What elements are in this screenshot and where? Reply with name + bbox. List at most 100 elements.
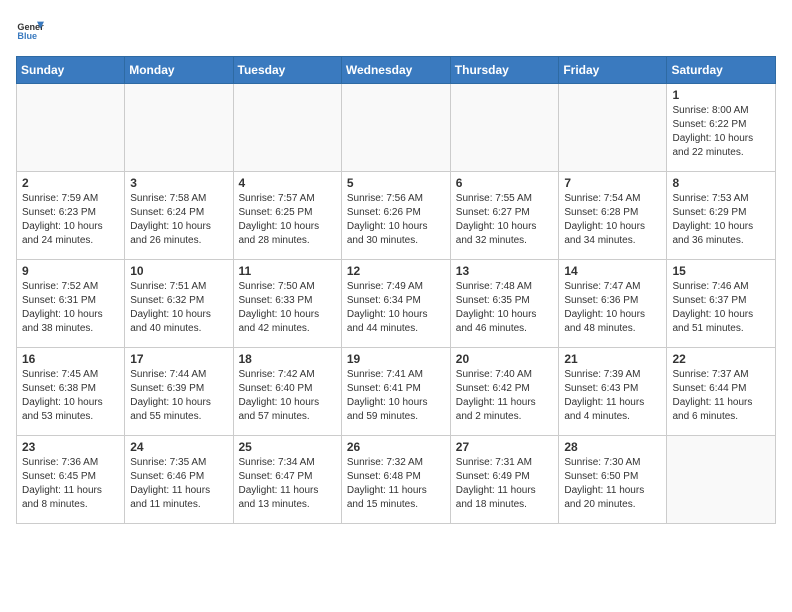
- calendar-cell: 15 Sunrise: 7:46 AM Sunset: 6:37 PM Dayli…: [667, 260, 776, 348]
- calendar-cell: 27 Sunrise: 7:31 AM Sunset: 6:49 PM Dayli…: [450, 436, 559, 524]
- calendar-cell: 1 Sunrise: 8:00 AM Sunset: 6:22 PM Daylig…: [667, 84, 776, 172]
- day-info: Sunrise: 7:32 AM Sunset: 6:48 PM Dayligh…: [347, 456, 445, 512]
- day-info: Sunrise: 7:44 AM Sunset: 6:39 PM Dayligh…: [130, 368, 227, 424]
- week-row-3: 9Sunrise: 7:52 AM Sunset: 6:31 PM Daylig…: [17, 260, 776, 348]
- day-info: Sunrise: 7:30 AM Sunset: 6:50 PM Dayligh…: [564, 456, 661, 512]
- calendar-cell: [667, 436, 776, 524]
- day-info: Sunrise: 7:47 AM Sunset: 6:36 PM Dayligh…: [564, 280, 661, 336]
- day-info: Sunrise: 7:57 AM Sunset: 6:25 PM Dayligh…: [239, 192, 336, 248]
- day-number: 27: [456, 440, 554, 454]
- day-info: Sunrise: 7:31 AM Sunset: 6:49 PM Dayligh…: [456, 456, 554, 512]
- day-info: Sunrise: 7:36 AM Sunset: 6:45 PM Dayligh…: [22, 456, 119, 512]
- calendar-cell: 21 Sunrise: 7:39 AM Sunset: 6:43 PM Dayli…: [559, 348, 667, 436]
- calendar-cell: [233, 84, 341, 172]
- week-row-2: 2 Sunrise: 7:59 AM Sunset: 6:23 PM Daylig…: [17, 172, 776, 260]
- day-info: Sunrise: 7:59 AM Sunset: 6:23 PM Dayligh…: [22, 192, 119, 248]
- day-number: 28: [564, 440, 661, 454]
- calendar-cell: 25Sunrise: 7:34 AM Sunset: 6:47 PM Dayli…: [233, 436, 341, 524]
- calendar-cell: 4 Sunrise: 7:57 AM Sunset: 6:25 PM Daylig…: [233, 172, 341, 260]
- day-info: Sunrise: 7:52 AM Sunset: 6:31 PM Dayligh…: [22, 280, 119, 336]
- calendar-cell: 5Sunrise: 7:56 AM Sunset: 6:26 PM Daylig…: [341, 172, 450, 260]
- day-number: 3: [130, 176, 227, 190]
- day-number: 22: [672, 352, 770, 366]
- day-info: Sunrise: 8:00 AM Sunset: 6:22 PM Dayligh…: [672, 104, 770, 160]
- calendar-cell: 23 Sunrise: 7:36 AM Sunset: 6:45 PM Dayli…: [17, 436, 125, 524]
- day-info: Sunrise: 7:50 AM Sunset: 6:33 PM Dayligh…: [239, 280, 336, 336]
- calendar-cell: 7 Sunrise: 7:54 AM Sunset: 6:28 PM Daylig…: [559, 172, 667, 260]
- calendar-cell: 16 Sunrise: 7:45 AM Sunset: 6:38 PM Dayli…: [17, 348, 125, 436]
- week-row-4: 16 Sunrise: 7:45 AM Sunset: 6:38 PM Dayli…: [17, 348, 776, 436]
- day-info: Sunrise: 7:46 AM Sunset: 6:37 PM Dayligh…: [672, 280, 770, 336]
- day-info: Sunrise: 7:45 AM Sunset: 6:38 PM Dayligh…: [22, 368, 119, 424]
- day-info: Sunrise: 7:42 AM Sunset: 6:40 PM Dayligh…: [239, 368, 336, 424]
- svg-text:Blue: Blue: [17, 31, 37, 41]
- calendar-cell: 2 Sunrise: 7:59 AM Sunset: 6:23 PM Daylig…: [17, 172, 125, 260]
- day-number: 7: [564, 176, 661, 190]
- day-number: 17: [130, 352, 227, 366]
- day-number: 4: [239, 176, 336, 190]
- day-number: 8: [672, 176, 770, 190]
- day-info: Sunrise: 7:35 AM Sunset: 6:46 PM Dayligh…: [130, 456, 227, 512]
- calendar-cell: [125, 84, 233, 172]
- day-number: 11: [239, 264, 336, 278]
- day-info: Sunrise: 7:58 AM Sunset: 6:24 PM Dayligh…: [130, 192, 227, 248]
- page-header: General Blue: [16, 16, 776, 44]
- calendar-cell: [559, 84, 667, 172]
- calendar-cell: 6Sunrise: 7:55 AM Sunset: 6:27 PM Daylig…: [450, 172, 559, 260]
- calendar-cell: 14 Sunrise: 7:47 AM Sunset: 6:36 PM Dayli…: [559, 260, 667, 348]
- day-info: Sunrise: 7:41 AM Sunset: 6:41 PM Dayligh…: [347, 368, 445, 424]
- day-number: 19: [347, 352, 445, 366]
- day-info: Sunrise: 7:49 AM Sunset: 6:34 PM Dayligh…: [347, 280, 445, 336]
- day-number: 26: [347, 440, 445, 454]
- calendar-cell: 13 Sunrise: 7:48 AM Sunset: 6:35 PM Dayli…: [450, 260, 559, 348]
- day-number: 15: [672, 264, 770, 278]
- calendar-cell: 24 Sunrise: 7:35 AM Sunset: 6:46 PM Dayli…: [125, 436, 233, 524]
- day-info: Sunrise: 7:40 AM Sunset: 6:42 PM Dayligh…: [456, 368, 554, 424]
- day-number: 16: [22, 352, 119, 366]
- col-header-sunday: Sunday: [17, 57, 125, 84]
- week-row-1: 1 Sunrise: 8:00 AM Sunset: 6:22 PM Daylig…: [17, 84, 776, 172]
- logo-icon: General Blue: [16, 16, 44, 44]
- calendar-cell: 8 Sunrise: 7:53 AM Sunset: 6:29 PM Daylig…: [667, 172, 776, 260]
- calendar-cell: 19 Sunrise: 7:41 AM Sunset: 6:41 PM Dayli…: [341, 348, 450, 436]
- calendar-table: SundayMondayTuesdayWednesdayThursdayFrid…: [16, 56, 776, 524]
- col-header-thursday: Thursday: [450, 57, 559, 84]
- day-number: 23: [22, 440, 119, 454]
- col-header-tuesday: Tuesday: [233, 57, 341, 84]
- day-number: 21: [564, 352, 661, 366]
- col-header-wednesday: Wednesday: [341, 57, 450, 84]
- day-info: Sunrise: 7:37 AM Sunset: 6:44 PM Dayligh…: [672, 368, 770, 424]
- calendar-cell: 10 Sunrise: 7:51 AM Sunset: 6:32 PM Dayli…: [125, 260, 233, 348]
- col-header-friday: Friday: [559, 57, 667, 84]
- col-header-monday: Monday: [125, 57, 233, 84]
- day-number: 18: [239, 352, 336, 366]
- week-row-5: 23 Sunrise: 7:36 AM Sunset: 6:45 PM Dayli…: [17, 436, 776, 524]
- day-info: Sunrise: 7:48 AM Sunset: 6:35 PM Dayligh…: [456, 280, 554, 336]
- header-row: SundayMondayTuesdayWednesdayThursdayFrid…: [17, 57, 776, 84]
- logo: General Blue: [16, 16, 44, 44]
- calendar-cell: [341, 84, 450, 172]
- day-number: 20: [456, 352, 554, 366]
- day-number: 14: [564, 264, 661, 278]
- day-number: 2: [22, 176, 119, 190]
- day-info: Sunrise: 7:53 AM Sunset: 6:29 PM Dayligh…: [672, 192, 770, 248]
- calendar-cell: [17, 84, 125, 172]
- day-info: Sunrise: 7:39 AM Sunset: 6:43 PM Dayligh…: [564, 368, 661, 424]
- day-number: 24: [130, 440, 227, 454]
- day-number: 1: [672, 88, 770, 102]
- calendar-cell: 3 Sunrise: 7:58 AM Sunset: 6:24 PM Daylig…: [125, 172, 233, 260]
- calendar-cell: [450, 84, 559, 172]
- day-info: Sunrise: 7:51 AM Sunset: 6:32 PM Dayligh…: [130, 280, 227, 336]
- day-number: 12: [347, 264, 445, 278]
- calendar-cell: 20 Sunrise: 7:40 AM Sunset: 6:42 PM Dayli…: [450, 348, 559, 436]
- day-number: 10: [130, 264, 227, 278]
- calendar-cell: 12 Sunrise: 7:49 AM Sunset: 6:34 PM Dayli…: [341, 260, 450, 348]
- calendar-cell: 22 Sunrise: 7:37 AM Sunset: 6:44 PM Dayli…: [667, 348, 776, 436]
- calendar-cell: 17 Sunrise: 7:44 AM Sunset: 6:39 PM Dayli…: [125, 348, 233, 436]
- calendar-cell: 26 Sunrise: 7:32 AM Sunset: 6:48 PM Dayli…: [341, 436, 450, 524]
- day-number: 13: [456, 264, 554, 278]
- col-header-saturday: Saturday: [667, 57, 776, 84]
- calendar-cell: 18 Sunrise: 7:42 AM Sunset: 6:40 PM Dayli…: [233, 348, 341, 436]
- calendar-cell: 11 Sunrise: 7:50 AM Sunset: 6:33 PM Dayli…: [233, 260, 341, 348]
- day-info: Sunrise: 7:54 AM Sunset: 6:28 PM Dayligh…: [564, 192, 661, 248]
